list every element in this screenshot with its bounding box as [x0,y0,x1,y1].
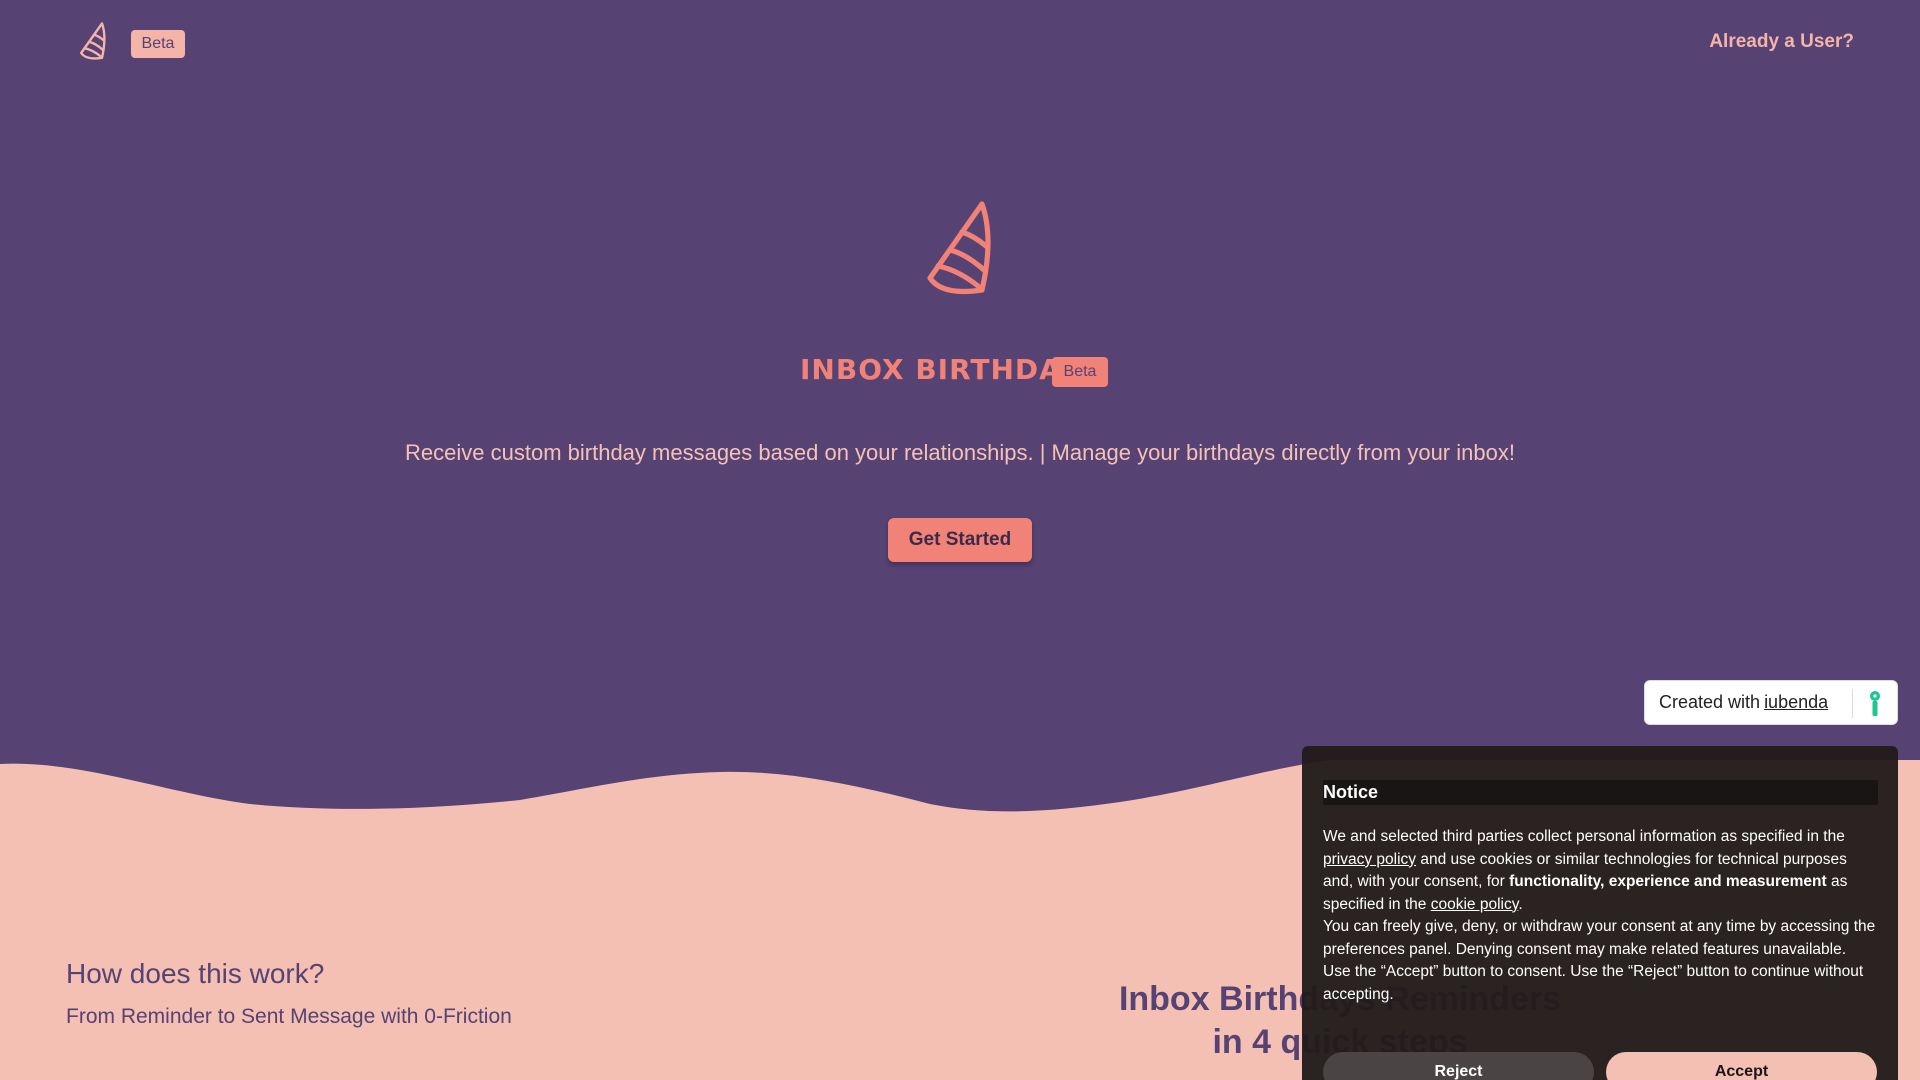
cookie-notice: Notice We and selected third parties col… [1302,746,1898,1080]
notice-paragraph: You can freely give, deny, or withdraw y… [1323,918,1876,958]
notice-bold-text: functionality, experience and measuremen… [1509,873,1827,890]
iubenda-link[interactable]: iubenda [1764,692,1828,713]
party-hat-icon[interactable] [78,21,110,61]
tagline: Receive custom birthday messages based o… [405,440,1515,465]
notice-title: Notice [1323,780,1878,805]
cookie-policy-link[interactable]: cookie policy [1431,896,1519,913]
get-started-button[interactable]: Get Started [888,518,1032,562]
notice-text: We and selected third parties collect pe… [1323,828,1845,845]
iubenda-prefix: Created with [1659,692,1761,712]
divider [1852,689,1853,718]
how-subtitle: From Reminder to Sent Message with 0-Fri… [66,1005,512,1028]
already-user-link[interactable]: Already a User? [1709,31,1854,53]
notice-body: We and selected third parties collect pe… [1323,826,1878,1006]
accept-button[interactable]: Accept [1606,1052,1877,1080]
how-title: How does this work? [66,958,325,989]
beta-badge: Beta [131,30,185,58]
privacy-policy-link[interactable]: privacy policy [1323,851,1416,868]
notice-text: . [1518,895,1523,913]
reject-button[interactable]: Reject [1323,1052,1594,1080]
notice-paragraph: Use the “Accept” button to consent. Use … [1323,963,1864,1003]
iubenda-badge[interactable]: Created with iubenda [1644,680,1898,725]
iubenda-keyhole-icon [1870,691,1880,716]
beta-badge: Beta [1052,357,1108,387]
party-hat-icon [927,201,991,295]
